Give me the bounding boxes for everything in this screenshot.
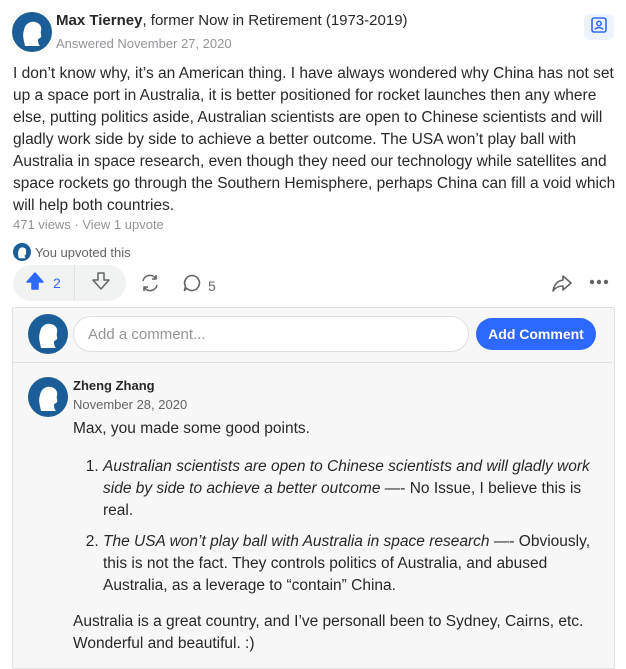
downvote-arrow-icon	[91, 271, 111, 296]
more-dots-icon	[588, 274, 610, 295]
comment-list: Australian scientists are open to Chines…	[73, 456, 593, 597]
answer-stats[interactable]: 471 views · View 1 upvote	[13, 217, 164, 232]
commenter-avatar[interactable]	[28, 377, 68, 417]
share-arrow-icon	[551, 273, 573, 298]
comment-divider	[13, 362, 612, 363]
upvote-arrow-icon	[25, 271, 45, 296]
more-options-button[interactable]	[588, 274, 610, 295]
upvoted-label: You upvoted this	[35, 244, 131, 260]
comment-list-item: Australian scientists are open to Chines…	[103, 456, 593, 522]
person-card-icon	[590, 16, 608, 39]
upvote-count: 2	[53, 275, 61, 291]
comment-input[interactable]	[73, 316, 469, 352]
comment-closing: Australia is a great country, and I’ve p…	[73, 613, 584, 652]
comment-list-item: The USA won’t play ball with Australia i…	[103, 531, 593, 597]
commenter-name[interactable]: Zheng Zhang	[73, 378, 155, 393]
upvoted-note: You upvoted this	[13, 243, 131, 261]
add-comment-button[interactable]: Add Comment	[476, 318, 596, 350]
share-profile-button[interactable]	[584, 14, 614, 40]
current-user-avatar[interactable]	[28, 314, 68, 354]
answered-date[interactable]: Answered November 27, 2020	[56, 36, 232, 51]
author-line: Max Tierney, former Now in Retirement (1…	[56, 12, 408, 29]
comment-intro: Max, you made some good points.	[73, 420, 310, 437]
comment-date[interactable]: November 28, 2020	[73, 397, 187, 412]
upvote-button[interactable]: 2	[13, 265, 75, 301]
quoted-text: The USA won’t play ball with Australia i…	[103, 533, 490, 550]
user-avatar	[13, 243, 31, 261]
author-name[interactable]: Max Tierney	[56, 12, 142, 29]
comments-button[interactable]: 5	[182, 273, 216, 298]
share-button[interactable]	[551, 273, 573, 298]
author-credential[interactable]: , former Now in Retirement (1973-2019)	[142, 12, 407, 29]
reshare-cycle-icon	[139, 272, 161, 299]
comment-count: 5	[208, 277, 216, 294]
answer-text: I don’t know why, it’s an American thing…	[13, 65, 616, 214]
reshare-button[interactable]	[139, 272, 161, 299]
downvote-button[interactable]	[75, 265, 126, 301]
author-avatar[interactable]	[12, 12, 52, 52]
vote-pill: 2	[13, 265, 126, 301]
comment-body: Max, you made some good points. Australi…	[73, 418, 593, 655]
comment-bubble-icon	[182, 273, 202, 298]
